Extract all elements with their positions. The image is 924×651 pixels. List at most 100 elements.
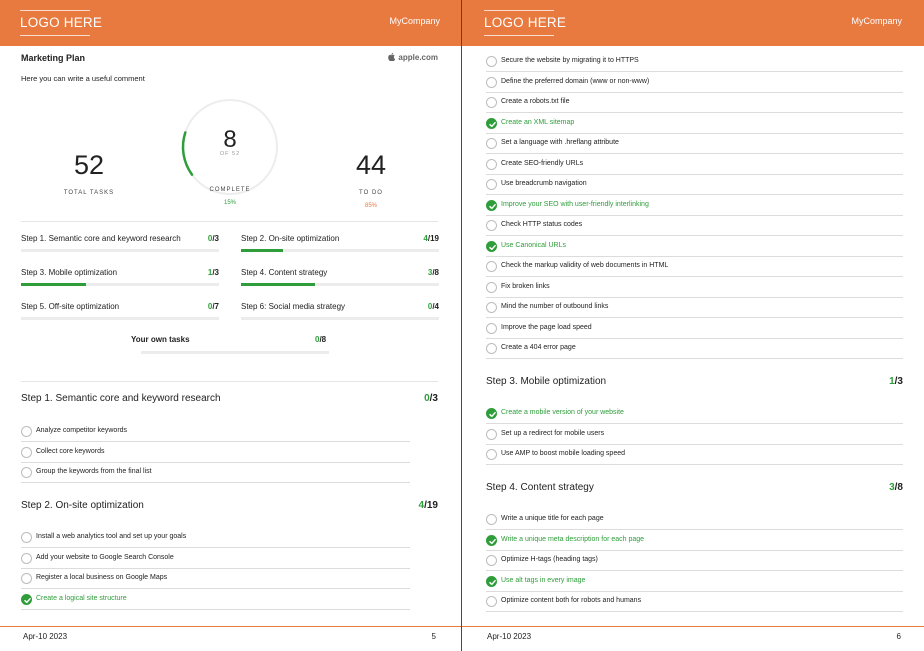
task-row[interactable]: Create a logical site structure [21,590,410,610]
complete-value: 8 [223,126,237,153]
unchecked-circle-icon[interactable] [21,552,32,564]
task-row[interactable]: Mind the number of outbound links [486,298,903,318]
summary-step-2[interactable]: Step 2. On-site optimization 4/19 [241,234,439,252]
task-row[interactable]: Create a 404 error page [486,339,903,359]
checked-circle-icon[interactable] [486,575,497,587]
task-row[interactable]: Improve your SEO with user-friendly inte… [486,196,903,216]
task-row[interactable]: Create an XML sitemap [486,114,903,134]
section-total: /3 [894,376,903,387]
summary-step-count: 1/3 [208,268,219,277]
unchecked-circle-icon[interactable] [486,76,497,88]
checked-circle-icon[interactable] [486,117,497,129]
task-label: Check the markup validity of web documen… [501,262,669,269]
task-label: Secure the website by migrating it to HT… [501,57,639,64]
summary-step-name: Step 1. Semantic core and keyword resear… [21,234,181,243]
progress-bar-fill [241,249,283,252]
summary-total: /4 [432,302,439,311]
task-row[interactable]: Install a web analytics tool and set up … [21,528,410,548]
task-row[interactable]: Check the markup validity of web documen… [486,257,903,277]
task-row[interactable]: Set a language with .hreflang attribute [486,134,903,154]
page-footer: Apr-10 2023 6 [462,626,924,651]
source-link[interactable]: apple.com [388,52,438,62]
task-row[interactable]: Collect core keywords [21,443,410,463]
checked-circle-icon[interactable] [486,199,497,211]
unchecked-circle-icon[interactable] [486,343,497,354]
checked-circle-icon[interactable] [21,593,32,605]
footer-date: Apr-10 2023 [23,632,68,641]
divider [21,381,438,382]
summary-total: /19 [427,234,439,243]
task-row[interactable]: Fix broken links [486,278,903,298]
unchecked-circle-icon[interactable] [21,532,32,543]
task-row[interactable]: Write a unique meta description for each… [486,531,903,551]
unchecked-circle-icon[interactable] [486,514,497,525]
task-label: Fix broken links [501,282,550,290]
unchecked-circle-icon[interactable] [486,158,497,170]
task-row[interactable]: Use AMP to boost mobile loading speed [486,445,903,465]
summary-step-5[interactable]: Step 5. Off-site optimization 0/7 [21,302,219,320]
task-row[interactable]: Register a local business on Google Maps [21,569,410,589]
task-row[interactable]: Create a robots.txt file [486,93,903,113]
unchecked-circle-icon[interactable] [21,446,32,458]
task-row[interactable]: Analyze competitor keywords [21,422,410,442]
progress-bar-fill [241,283,316,286]
summary-total: /7 [212,302,219,311]
task-row[interactable]: Use alt tags in every image [486,572,903,592]
summary-step-name: Step 2. On-site optimization [241,234,340,243]
page-left: LOGO HERE MyCompany Marketing Plan apple… [0,0,462,651]
task-row[interactable]: Create a mobile version of your website [486,404,903,424]
unchecked-circle-icon[interactable] [21,467,32,478]
task-row[interactable]: Create SEO-friendly URLs [486,155,903,175]
section-total: /3 [429,393,438,404]
unchecked-circle-icon[interactable] [486,596,497,607]
unchecked-circle-icon[interactable] [21,426,32,437]
task-label: Write a unique title for each page [501,515,604,522]
unchecked-circle-icon[interactable] [486,179,497,190]
progress-bar-fill [21,283,87,286]
unchecked-circle-icon[interactable] [486,428,497,440]
task-row[interactable]: Check HTTP status codes [486,216,903,236]
section-step-2-header: Step 2. On-site optimization 4/19 [21,500,438,514]
company-name: MyCompany [851,16,902,26]
task-label: Improve the page load speed [501,323,592,331]
task-row[interactable]: Use Canonical URLs [486,237,903,257]
task-row[interactable]: Group the keywords from the final list [21,463,410,483]
section-count: 4/19 [419,500,438,511]
unchecked-circle-icon[interactable] [486,281,497,293]
task-row[interactable]: Add your website to Google Search Consol… [21,549,410,569]
summary-step-6[interactable]: Step 6: Social media strategy 0/4 [241,302,439,320]
task-label: Use alt tags in every image [501,576,586,584]
unchecked-circle-icon[interactable] [486,97,497,108]
checked-circle-icon[interactable] [486,534,497,546]
unchecked-circle-icon[interactable] [486,555,497,566]
task-row[interactable]: Improve the page load speed [486,319,903,339]
task-row[interactable]: Optimize H-tags (heading tags) [486,551,903,571]
unchecked-circle-icon[interactable] [486,261,497,272]
unchecked-circle-icon[interactable] [486,56,497,67]
checked-circle-icon[interactable] [486,408,497,419]
section-title: Step 3. Mobile optimization [486,376,607,387]
checked-circle-icon[interactable] [486,240,497,252]
unchecked-circle-icon[interactable] [21,573,32,584]
task-row[interactable]: Set up a redirect for mobile users [486,425,903,445]
unchecked-circle-icon[interactable] [486,322,497,334]
task-row[interactable]: Optimize content both for robots and hum… [486,592,903,612]
summary-step-1[interactable]: Step 1. Semantic core and keyword resear… [21,234,219,252]
summary-step-3[interactable]: Step 3. Mobile optimization 1/3 [21,268,219,286]
summary-step-4[interactable]: Step 4. Content strategy 3/8 [241,268,439,286]
task-row[interactable]: Define the preferred domain (www or non-… [486,73,903,93]
complete-percent: 15% [223,200,236,206]
task-row[interactable]: Secure the website by migrating it to HT… [486,52,903,72]
unchecked-circle-icon[interactable] [486,449,497,460]
own-tasks[interactable]: Your own tasks 0/8 [131,335,329,355]
summary-total: /3 [212,268,219,277]
task-label: Create a robots.txt file [501,98,570,105]
task-label: Create a 404 error page [501,344,576,351]
unchecked-circle-icon[interactable] [486,302,497,313]
page-right: LOGO HERE MyCompany Secure the website b… [462,0,924,651]
task-row[interactable]: Use breadcrumb navigation [486,175,903,195]
task-row[interactable]: Write a unique title for each page [486,510,903,530]
summary-step-count: 3/8 [428,268,439,277]
unchecked-circle-icon[interactable] [486,220,497,231]
unchecked-circle-icon[interactable] [486,138,497,149]
